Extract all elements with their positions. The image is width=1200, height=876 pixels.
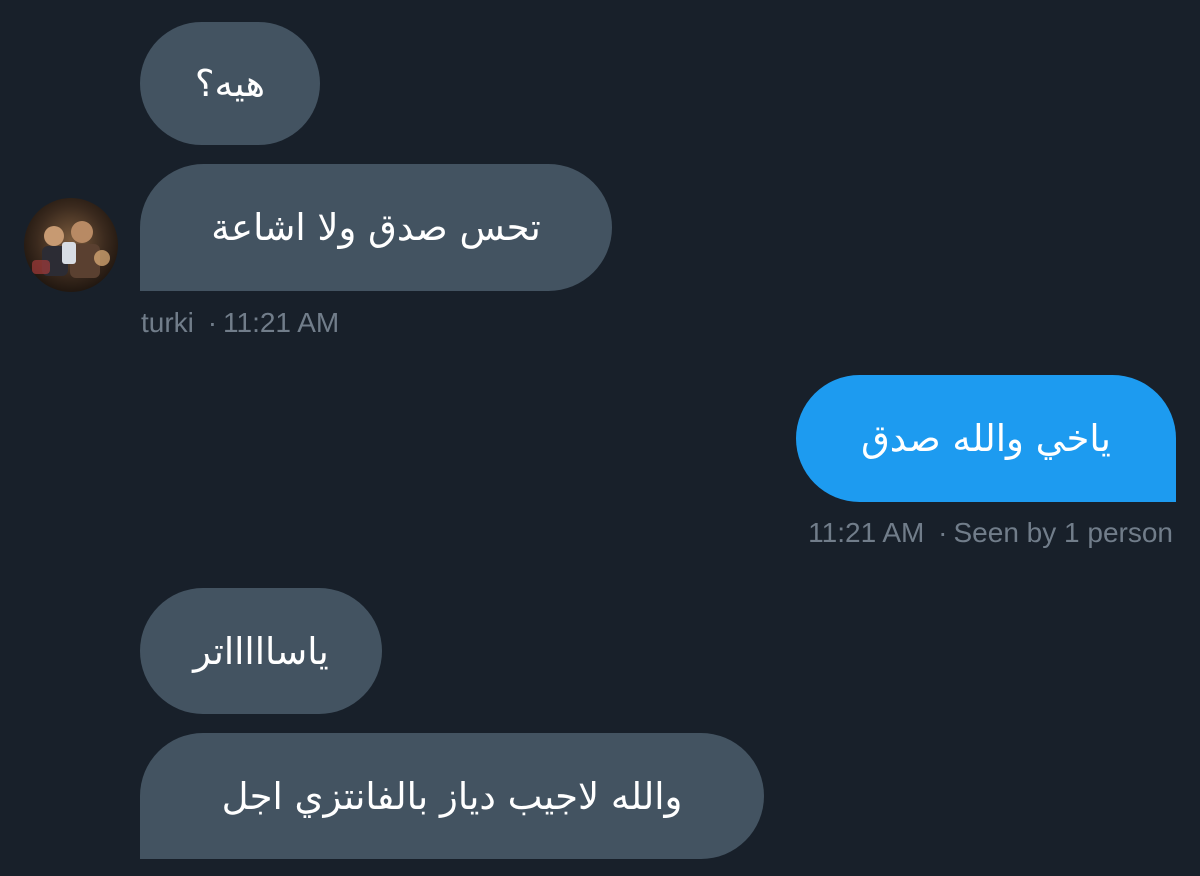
message-text: ياخي والله صدق: [861, 417, 1111, 460]
message-text: تحس صدق ولا اشاعة: [211, 206, 541, 249]
message-bubble-incoming[interactable]: تحس صدق ولا اشاعة: [140, 164, 612, 291]
message-timestamp: 11:21 AM: [223, 307, 340, 338]
message-bubble-incoming[interactable]: والله لاجيب دياز بالفانتزي اجل: [140, 733, 764, 859]
avatar-photo-icon: [24, 198, 118, 292]
meta-separator: ·: [938, 517, 948, 548]
meta-separator: ·: [207, 307, 218, 338]
outgoing-message-meta: 11:21 AM · Seen by 1 person: [808, 519, 1173, 547]
message-timestamp: 11:21 AM: [808, 517, 925, 548]
sender-name[interactable]: turki: [141, 307, 194, 338]
message-bubble-outgoing[interactable]: ياخي والله صدق: [796, 375, 1176, 502]
dm-conversation: هيه؟ تحس صدق ولا اشاعة turki · 11:21 AM …: [0, 0, 1200, 876]
message-text: هيه؟: [194, 62, 266, 105]
message-bubble-incoming[interactable]: هيه؟: [140, 22, 320, 145]
message-text: والله لاجيب دياز بالفانتزي اجل: [221, 774, 683, 818]
message-bubble-incoming[interactable]: ياساااااتر: [140, 588, 382, 714]
sender-avatar[interactable]: [24, 198, 118, 292]
incoming-message-meta: turki · 11:21 AM: [141, 309, 339, 337]
seen-status: Seen by 1 person: [953, 517, 1174, 548]
message-text: ياساااااتر: [193, 629, 329, 673]
